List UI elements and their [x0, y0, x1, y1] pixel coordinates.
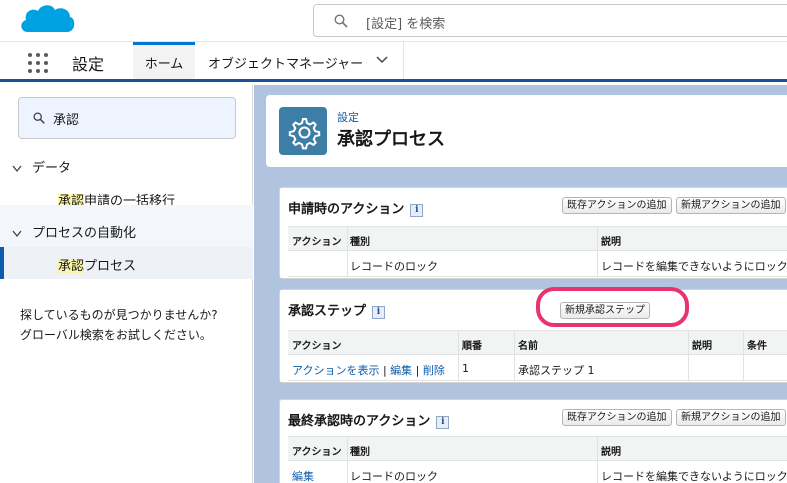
row-type: レコードのロック	[350, 470, 438, 483]
column-header: 名前	[518, 341, 538, 352]
annotation-highlight-ring	[536, 287, 689, 327]
column-header: アクション	[292, 237, 342, 248]
column-header: 種別	[350, 447, 370, 458]
page-title: 承認プロセス	[337, 129, 445, 150]
page-header: 設定 承認プロセス	[266, 95, 787, 167]
table-row: 編集 レコードのロック レコードを編集できないようにロック	[288, 461, 787, 483]
section-title-text: 承認ステップ	[288, 304, 367, 319]
tree-item-label: プロセス	[84, 259, 137, 274]
search-icon	[334, 14, 348, 28]
row-description: レコードを編集できないようにロック	[601, 470, 787, 483]
tree-item-approval-processes[interactable]: 承認プロセス	[0, 247, 253, 279]
add-existing-action-button[interactable]: 既存アクションの追加	[562, 197, 672, 214]
row-type: レコードのロック	[350, 260, 438, 273]
chevron-down-icon[interactable]	[376, 56, 388, 64]
search-icon	[33, 112, 45, 124]
row-description: レコードを編集できないようにロック	[601, 260, 787, 273]
tree-category-data[interactable]: データ	[12, 157, 71, 176]
tree-category-label: プロセスの自動化	[32, 226, 137, 241]
table-header-row: アクション 順番 名前 説明 条件	[288, 331, 787, 355]
edit-link[interactable]: 編集	[292, 468, 314, 483]
final-approval-table: アクション 種別 説明 編集 レコードのロック レコードを編集できないようにロッ…	[288, 436, 787, 483]
add-new-action-button[interactable]: 新規アクションの追加	[676, 197, 786, 214]
tree-category-label: データ	[32, 161, 72, 176]
chevron-down-icon	[12, 165, 22, 172]
quick-find-value: 承認	[53, 113, 80, 128]
row-name: 承認ステップ 1	[518, 364, 595, 377]
table-header-row: アクション 種別 説明	[288, 227, 787, 251]
app-navigation-bar: 設定 ホーム オブジェクトマネージャー	[0, 42, 787, 82]
column-header: 条件	[747, 341, 767, 352]
initial-submission-table: アクション 種別 説明 レコードのロック レコードを編集できないようにロック	[288, 226, 787, 278]
initial-submission-actions-section: 申請時のアクション i 既存アクションの追加 新規アクションの追加 アクション 種…	[279, 187, 787, 279]
row-order: 1	[462, 362, 469, 375]
tab-home[interactable]: ホーム	[133, 42, 195, 79]
table-header-row: アクション 種別 説明	[288, 437, 787, 461]
gear-icon	[279, 107, 327, 155]
chevron-down-icon	[12, 230, 22, 237]
table-row: レコードのロック レコードを編集できないようにロック	[288, 251, 787, 277]
column-header: 説明	[601, 447, 621, 458]
search-highlight: 承認	[58, 259, 85, 274]
info-icon[interactable]: i	[410, 204, 424, 217]
edit-link[interactable]: 編集	[390, 364, 412, 377]
approval-steps-section: 承認ステップ i 新規承認ステップ アクション 順番 名前 説明 条件 アクション…	[279, 289, 787, 383]
tab-object-manager[interactable]: オブジェクトマネージャー	[208, 42, 404, 79]
info-icon[interactable]: i	[372, 306, 386, 319]
search-placeholder: [設定] を検索	[366, 17, 446, 32]
row-actions: アクションを表示 | 編集 | 削除	[292, 362, 445, 378]
global-search-hint: グローバル検索をお試しください。	[20, 328, 212, 342]
not-found-line: 探しているものが見つかりませんか?	[20, 308, 218, 322]
column-header: 順番	[462, 341, 482, 352]
salesforce-cloud-icon[interactable]	[18, 2, 76, 38]
link-separator: |	[382, 364, 387, 377]
quick-find-input[interactable]: 承認	[18, 97, 236, 139]
info-icon[interactable]: i	[436, 416, 450, 429]
column-header: アクション	[292, 341, 342, 352]
global-search-input[interactable]: [設定] を検索	[313, 4, 787, 37]
table-row: アクションを表示 | 編集 | 削除 1 承認ステップ 1	[288, 355, 787, 381]
app-launcher-icon[interactable]	[28, 53, 48, 73]
page-eyebrow[interactable]: 設定	[337, 109, 359, 125]
column-header: 説明	[601, 237, 621, 248]
column-header: 種別	[350, 237, 370, 248]
section-title: 申請時のアクション i	[288, 198, 424, 217]
setup-content: 設定 承認プロセス 申請時のアクション i 既存アクションの追加 新規アクションの…	[254, 85, 787, 483]
column-header: アクション	[292, 447, 342, 458]
final-approval-actions-section: 最終承認時のアクション i 既存アクションの追加 新規アクションの追加 アクション…	[279, 399, 787, 483]
tab-object-manager-label: オブジェクトマネージャー	[208, 57, 364, 72]
section-title: 最終承認時のアクション i	[288, 410, 450, 429]
add-existing-action-button[interactable]: 既存アクションの追加	[562, 409, 672, 426]
tree-category-process-automation[interactable]: プロセスの自動化	[12, 222, 136, 241]
column-header: 説明	[692, 341, 712, 352]
approval-steps-table: アクション 順番 名前 説明 条件 アクションを表示 | 編集 | 削除 1 承…	[288, 330, 787, 382]
section-title-text: 最終承認時のアクション	[288, 414, 431, 429]
link-separator: |	[415, 364, 420, 377]
app-name: 設定	[72, 55, 105, 74]
add-new-action-button[interactable]: 新規アクションの追加	[676, 409, 786, 426]
section-title: 承認ステップ i	[288, 300, 386, 319]
show-actions-link[interactable]: アクションを表示	[292, 364, 379, 377]
global-header: [設定] を検索	[0, 0, 787, 42]
section-title-text: 申請時のアクション	[288, 202, 405, 217]
delete-link[interactable]: 削除	[423, 364, 445, 377]
setup-sidebar: 承認 データ 承認申請の一括移行 プロセスの自動化 承認プロセス 探しているもの…	[0, 85, 253, 483]
not-found-message: 探しているものが見つかりませんか? グローバル検索をお試しください。	[20, 305, 250, 345]
